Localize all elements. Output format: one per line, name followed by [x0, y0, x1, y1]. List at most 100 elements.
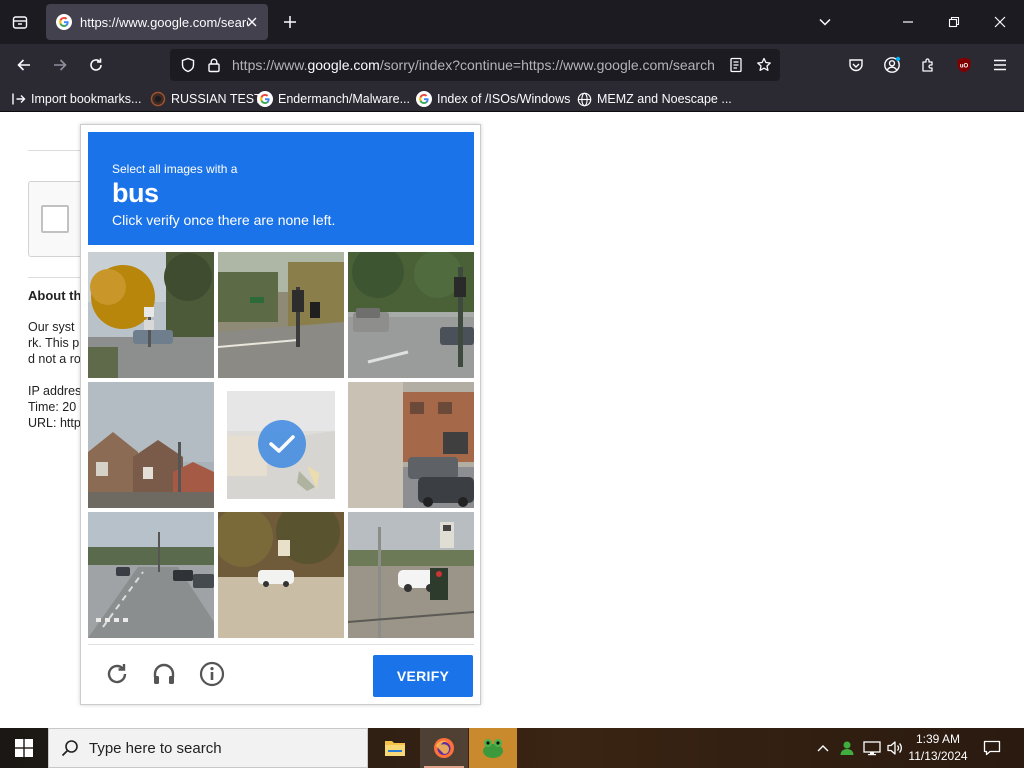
bookmark-index-isos[interactable]: Index of /ISOs/Windows	[416, 90, 570, 108]
network-icon	[863, 741, 881, 756]
reader-view-icon	[730, 57, 742, 73]
selected-check-icon	[258, 420, 306, 468]
lock-icon	[208, 58, 220, 73]
frog-app-icon	[483, 739, 503, 758]
forward-button[interactable]	[46, 51, 74, 79]
minimize-icon	[903, 21, 913, 23]
firefox-button[interactable]	[420, 728, 468, 768]
navigation-bar: https://www.google.com/sorry/index?conti…	[0, 44, 1024, 86]
show-hidden-icons-button[interactable]	[812, 728, 834, 768]
windows-icon	[15, 739, 33, 757]
search-icon	[61, 740, 78, 757]
image-tile[interactable]	[218, 512, 344, 638]
recaptcha-anchor-box	[28, 181, 88, 257]
svg-text:uO: uO	[960, 64, 969, 70]
google-favicon-icon	[56, 14, 72, 30]
list-all-tabs-button[interactable]	[811, 8, 839, 36]
image-tile[interactable]	[88, 382, 214, 508]
taskbar-search-box[interactable]: Type here to search	[48, 728, 368, 768]
extensions-button[interactable]	[914, 51, 942, 79]
start-button[interactable]	[0, 728, 48, 768]
minimize-button[interactable]	[894, 8, 922, 36]
audio-challenge-button[interactable]	[149, 659, 179, 689]
reload-challenge-button[interactable]	[102, 659, 132, 689]
image-tile[interactable]	[348, 512, 474, 638]
challenge-target-word: bus	[112, 178, 159, 208]
image-tile[interactable]	[218, 252, 344, 378]
reload-icon	[107, 664, 127, 684]
divider	[28, 150, 88, 151]
bookmark-russian-test[interactable]: RUSSIAN TEST	[150, 90, 262, 108]
verify-button[interactable]: VERIFY	[373, 655, 473, 697]
ublock-origin-button[interactable]: uO	[950, 51, 978, 79]
firefox-icon	[434, 738, 454, 758]
tracking-protection-icon[interactable]	[178, 55, 198, 75]
bookmark-star-button[interactable]	[754, 55, 774, 75]
page-line: rk. This p	[28, 336, 80, 350]
tab-close-button[interactable]	[244, 14, 260, 30]
url-bar[interactable]: https://www.google.com/sorry/index?conti…	[170, 49, 780, 81]
image-tile[interactable]	[88, 252, 214, 378]
chevron-down-icon	[819, 18, 831, 26]
image-tile[interactable]	[348, 382, 474, 508]
image-tile[interactable]	[348, 252, 474, 378]
google-icon	[416, 91, 432, 107]
page-line: Our syst	[28, 320, 75, 334]
back-button[interactable]	[10, 51, 38, 79]
account-button[interactable]	[878, 51, 906, 79]
notifications-button[interactable]	[978, 728, 1006, 768]
speaker-icon	[887, 741, 902, 755]
tab-list-button[interactable]	[6, 8, 34, 36]
file-explorer-button[interactable]	[371, 728, 419, 768]
restore-button[interactable]	[940, 8, 968, 36]
chevron-up-icon	[817, 745, 829, 752]
clock[interactable]: 1:39 AM 11/13/2024	[906, 731, 970, 765]
bookmark-memz[interactable]: MEMZ and Noescape ...	[577, 90, 732, 108]
new-tab-button[interactable]	[278, 10, 302, 34]
taskbar: Type here to search 1:39 AM 11/13/2024	[0, 728, 1024, 768]
recaptcha-challenge: Select all images with a bus Click verif…	[80, 124, 481, 705]
restore-icon	[948, 16, 960, 28]
network-button[interactable]	[860, 728, 884, 768]
close-icon	[994, 16, 1006, 28]
taskbar-search-placeholder: Type here to search	[89, 739, 222, 757]
import-icon	[12, 93, 26, 105]
ublock-origin-icon: uO	[957, 57, 971, 73]
close-window-button[interactable]	[986, 8, 1014, 36]
reload-button[interactable]	[82, 51, 110, 79]
tab-bar: https://www.google.com/search	[0, 0, 1024, 44]
app-menu-button[interactable]	[986, 51, 1014, 79]
help-button[interactable]	[197, 659, 227, 689]
image-tile[interactable]	[88, 512, 214, 638]
page-line: URL: http	[28, 416, 80, 430]
star-icon	[757, 57, 771, 71]
challenge-subtext: Click verify once there are none left.	[112, 212, 336, 228]
tray-app-button[interactable]	[836, 728, 858, 768]
close-icon	[247, 17, 257, 27]
about-heading: About th	[28, 288, 80, 303]
bookmark-endermanch-malware[interactable]: Endermanch/Malware...	[257, 90, 410, 108]
bookmark-import[interactable]: Import bookmarks...	[12, 90, 141, 108]
challenge-footer: VERIFY	[88, 644, 474, 700]
people-icon	[840, 741, 854, 755]
site-security-icon[interactable]	[204, 55, 224, 75]
notification-icon	[983, 740, 1001, 756]
challenge-header: Select all images with a bus Click verif…	[88, 132, 474, 245]
pocket-button[interactable]	[842, 51, 870, 79]
google-icon	[257, 91, 273, 107]
pinned-app-button[interactable]	[469, 728, 517, 768]
volume-button[interactable]	[884, 728, 906, 768]
bookmarks-toolbar: Import bookmarks... RUSSIAN TEST Enderma…	[0, 86, 1024, 112]
info-icon	[199, 661, 225, 687]
clock-time: 1:39 AM	[915, 732, 961, 746]
image-grid	[88, 252, 474, 638]
page-line: IP addres	[28, 384, 80, 398]
tab-google-search[interactable]: https://www.google.com/search	[46, 4, 268, 40]
screen: https://www.google.com/search https://ww…	[0, 0, 1024, 768]
page-line: d not a ro	[28, 352, 80, 366]
image-tile-selected[interactable]	[218, 382, 344, 508]
reader-view-button[interactable]	[726, 55, 746, 75]
reload-icon	[90, 58, 102, 71]
recaptcha-checkbox[interactable]	[41, 205, 69, 233]
pocket-icon	[849, 59, 863, 72]
